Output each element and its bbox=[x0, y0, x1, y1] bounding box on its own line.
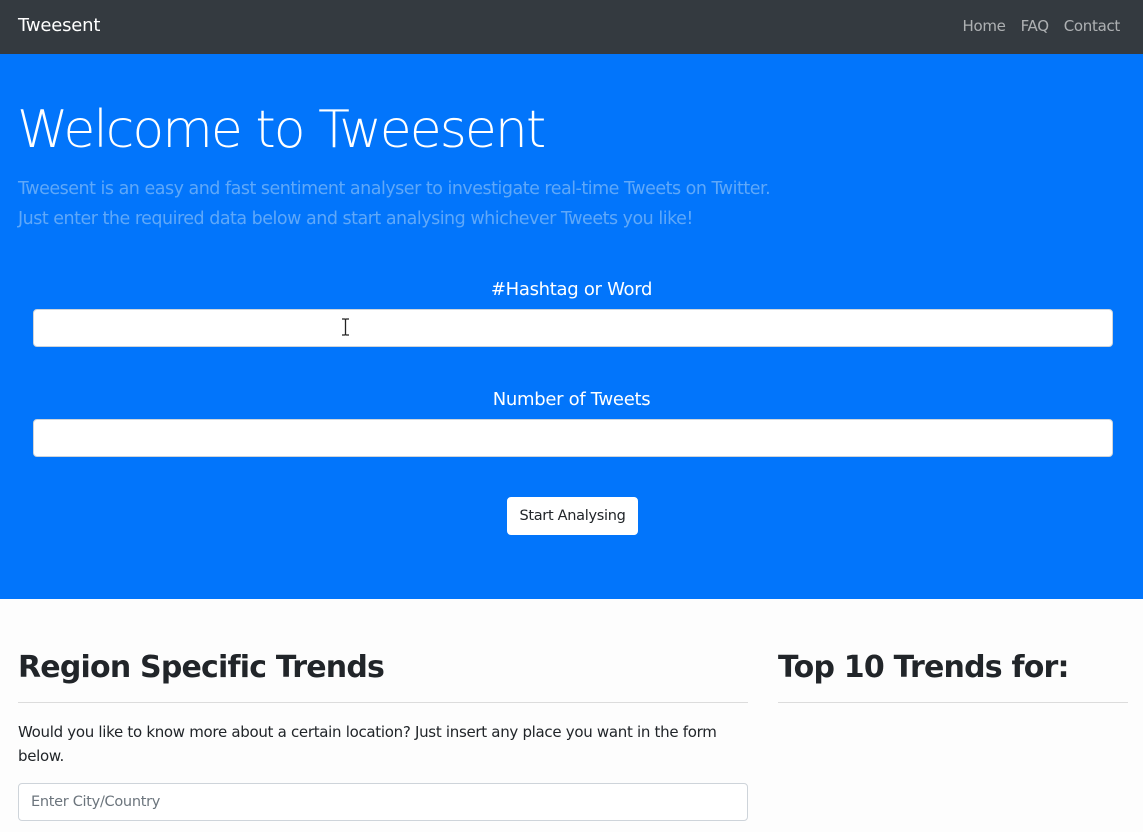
brand-link[interactable]: Tweesent bbox=[18, 15, 100, 36]
hero-jumbotron: Welcome to Tweesent Tweesent is an easy … bbox=[0, 54, 1143, 599]
tweets-count-label: Number of Tweets bbox=[492, 389, 651, 410]
region-description: Would you like to know more about a cert… bbox=[18, 723, 717, 765]
hero-lead-line-1: Tweesent is an easy and fast sentiment a… bbox=[18, 179, 771, 199]
hashtag-label: #Hashtag or Word bbox=[490, 279, 653, 300]
text-cursor-icon bbox=[342, 318, 349, 336]
city-country-input[interactable] bbox=[18, 783, 748, 821]
navbar: Tweesent Home FAQ Contact bbox=[0, 0, 1143, 54]
hero-lead-line-2: Just enter the required data below and s… bbox=[18, 209, 693, 229]
nav-link-home[interactable]: Home bbox=[962, 17, 1005, 35]
nav-link-faq[interactable]: FAQ bbox=[1021, 17, 1049, 35]
hero-title: Welcome to Tweesent bbox=[17, 100, 546, 160]
region-trends-title: Region Specific Trends bbox=[18, 650, 385, 685]
trends-divider bbox=[778, 702, 1128, 703]
tweets-count-input[interactable] bbox=[33, 419, 1113, 457]
region-divider bbox=[18, 702, 748, 703]
top-trends-title: Top 10 Trends for: bbox=[778, 650, 1070, 685]
hero-lead: Tweesent is an easy and fast sentiment a… bbox=[18, 174, 818, 234]
hashtag-input[interactable] bbox=[33, 309, 1113, 347]
nav-link-contact[interactable]: Contact bbox=[1064, 17, 1121, 35]
start-analysing-button[interactable]: Start Analysing bbox=[507, 497, 638, 535]
nav-links: Home FAQ Contact bbox=[962, 17, 1120, 35]
